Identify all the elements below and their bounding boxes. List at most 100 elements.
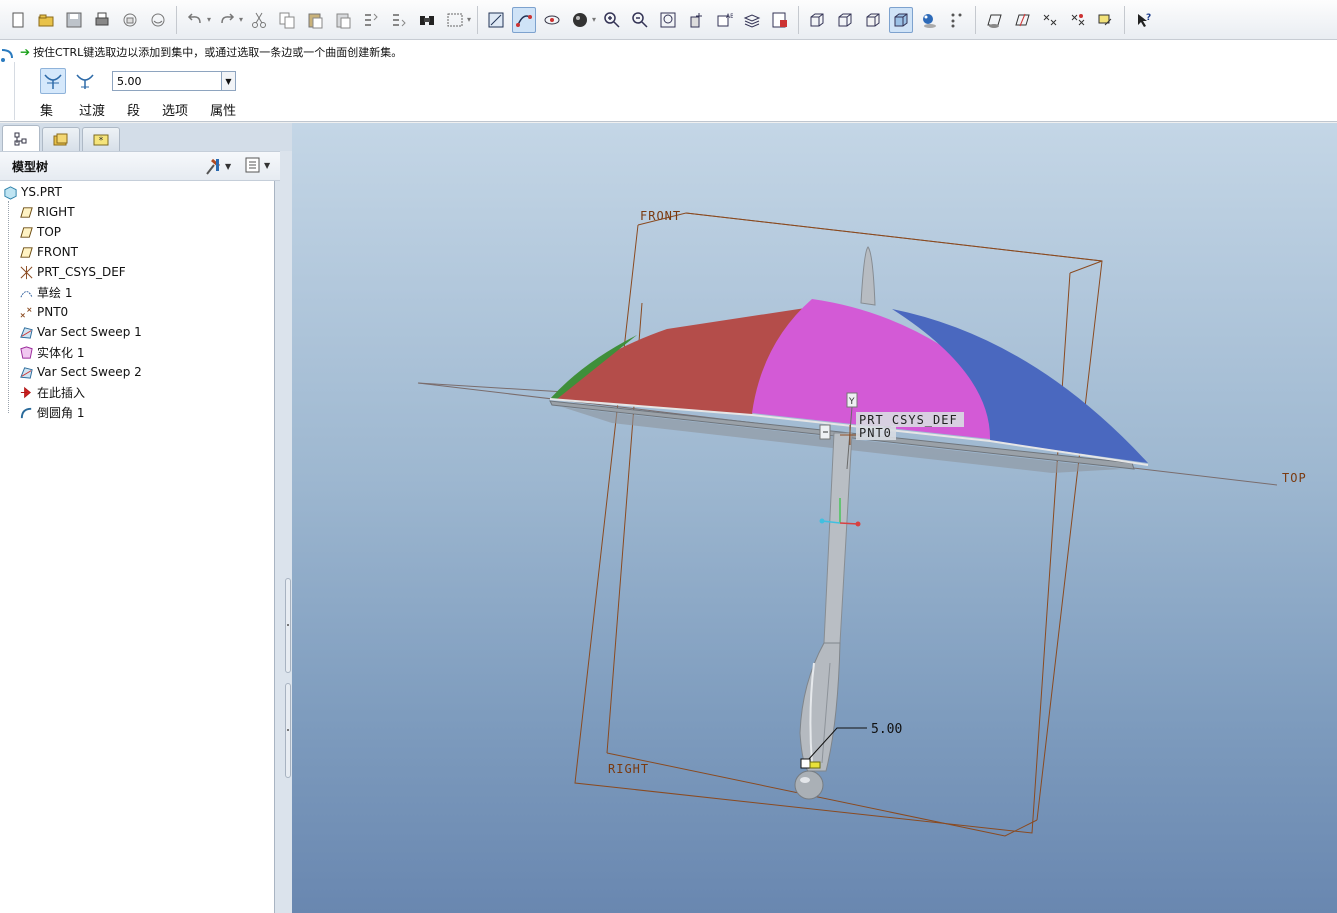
- no-hidden-button[interactable]: [861, 7, 885, 33]
- shading-sphere-button[interactable]: [568, 7, 592, 33]
- csys-display-button[interactable]: [945, 7, 969, 33]
- redo-dropdown[interactable]: ▾: [239, 15, 245, 24]
- refit-button[interactable]: [656, 7, 680, 33]
- zoom-in-button[interactable]: [600, 7, 624, 33]
- whats-this-button[interactable]: ?: [1131, 7, 1155, 33]
- tree-settings-button[interactable]: ▼: [203, 156, 231, 176]
- tree-item[interactable]: Var Sect Sweep 1: [18, 322, 142, 342]
- select-box-icon: [447, 13, 463, 26]
- point-label-pnt0: PNT0: [859, 426, 892, 440]
- tree-root[interactable]: YS.PRT: [2, 182, 62, 202]
- tab-transitions[interactable]: 过渡: [71, 100, 113, 119]
- dashboard-tabs: 集 过渡 段 选项 属性: [38, 100, 250, 119]
- tab-folder-browser[interactable]: [42, 127, 80, 151]
- tree-item[interactable]: 在此插入: [18, 382, 85, 402]
- umbrella-tip[interactable]: [860, 246, 876, 306]
- model-viewport[interactable]: FRONT RIGHT TOP Y PRT_CSYS_DEF PNT0 5.00: [292, 123, 1337, 913]
- cut-button[interactable]: [247, 7, 271, 33]
- point-display-icon: [1043, 14, 1057, 25]
- wireframe-button[interactable]: [805, 7, 829, 33]
- regenerate-manager-button[interactable]: [387, 7, 411, 33]
- tab-favorites[interactable]: *: [82, 127, 120, 151]
- annotation-display-icon: [1098, 14, 1112, 25]
- graphics-window[interactable]: FRONT RIGHT TOP Y PRT_CSYS_DEF PNT0 5.00: [292, 123, 1337, 913]
- tree-item[interactable]: RIGHT: [18, 202, 75, 222]
- save-icon: [66, 12, 82, 27]
- insert-here-arrow-icon: [18, 384, 34, 400]
- tree-item-label: 倒圆角 1: [37, 405, 85, 420]
- select-box-dropdown[interactable]: ▾: [467, 15, 473, 24]
- tree-item[interactable]: 实体化 1: [18, 342, 84, 362]
- radius-input[interactable]: [113, 72, 221, 90]
- paste-button[interactable]: [303, 7, 327, 33]
- splitter-grip[interactable]: [285, 683, 291, 778]
- dashboard-collapse-icon[interactable]: [0, 46, 14, 66]
- tree-item[interactable]: PNT0: [18, 302, 68, 322]
- csys-label: PRT_CSYS_DEF: [859, 413, 958, 427]
- undo-button[interactable]: [183, 7, 207, 33]
- datum-axis-display-button[interactable]: [1010, 7, 1034, 33]
- tree-item[interactable]: TOP: [18, 222, 61, 242]
- tree-item[interactable]: PRT_CSYS_DEF: [18, 262, 126, 282]
- open-button[interactable]: [34, 7, 58, 33]
- tab-options[interactable]: 选项: [154, 100, 196, 119]
- tab-sets[interactable]: 集: [38, 100, 61, 119]
- tree-show-button[interactable]: ▼: [244, 156, 270, 174]
- print-button[interactable]: [90, 7, 114, 33]
- copy-icon: [279, 12, 295, 28]
- solidify-icon: [18, 344, 34, 360]
- splitter-grip[interactable]: [285, 578, 291, 673]
- tree-item[interactable]: 草绘 1: [18, 282, 72, 302]
- drag-handle[interactable]: [800, 758, 811, 769]
- panel-splitter[interactable]: [283, 578, 292, 778]
- find-button[interactable]: [415, 7, 439, 33]
- redo-button[interactable]: [215, 7, 239, 33]
- no-hidden-icon: [866, 13, 880, 26]
- datum-plane-icon: [18, 204, 34, 220]
- new-button[interactable]: [6, 7, 30, 33]
- hidden-line-button[interactable]: [833, 7, 857, 33]
- round-constant-button[interactable]: [40, 68, 66, 94]
- datum-curve-button[interactable]: [512, 6, 536, 33]
- dimension-value[interactable]: 5.00: [871, 722, 902, 737]
- enhanced-realism-button[interactable]: [917, 7, 941, 33]
- shading-sphere-dropdown[interactable]: ▾: [592, 15, 598, 24]
- undo-dropdown[interactable]: ▾: [207, 15, 213, 24]
- datum-axis-display-icon: [1015, 13, 1030, 26]
- saved-views-button[interactable]: AB: [712, 7, 736, 33]
- point-display-button[interactable]: [1038, 7, 1062, 33]
- umbrella-handle[interactable]: [799, 642, 841, 772]
- datum-plane-display-button[interactable]: [982, 7, 1006, 33]
- tree-item[interactable]: 倒圆角 1: [18, 402, 84, 422]
- csys-toggle-button[interactable]: [1066, 7, 1090, 33]
- view-manager-button[interactable]: [768, 7, 792, 33]
- paste-special-button[interactable]: [331, 7, 355, 33]
- layers-button[interactable]: [740, 7, 764, 33]
- regenerate-button[interactable]: [359, 7, 383, 33]
- tree-root-label: YS.PRT: [21, 185, 62, 199]
- shading-button[interactable]: [889, 6, 913, 33]
- spin-center-button[interactable]: [540, 7, 564, 33]
- select-box-button[interactable]: [443, 7, 467, 33]
- tab-pieces[interactable]: 段: [119, 100, 148, 119]
- sketch-plane-button[interactable]: [484, 7, 508, 33]
- send-link-button[interactable]: [146, 7, 170, 33]
- radius-field[interactable]: ▼: [112, 71, 236, 91]
- regenerate-icon: [365, 13, 378, 26]
- tab-properties[interactable]: 属性: [202, 100, 244, 119]
- paste-special-icon: [336, 13, 351, 28]
- zoom-out-button[interactable]: [628, 7, 652, 33]
- annotation-display-button[interactable]: [1094, 7, 1118, 33]
- tree-item[interactable]: Var Sect Sweep 2: [18, 362, 142, 382]
- show-list-icon: [245, 157, 260, 173]
- save-button[interactable]: [62, 7, 86, 33]
- tab-model-tree[interactable]: [2, 125, 40, 151]
- copy-button[interactable]: [275, 7, 299, 33]
- send-mail-button[interactable]: [118, 7, 142, 33]
- tree-item[interactable]: FRONT: [18, 242, 78, 262]
- reorient-button[interactable]: [684, 7, 708, 33]
- tree-item-label: PRT_CSYS_DEF: [37, 265, 126, 279]
- handle-ball[interactable]: [794, 770, 824, 800]
- radius-dropdown-button[interactable]: ▼: [221, 72, 235, 90]
- round-full-button[interactable]: [72, 68, 98, 94]
